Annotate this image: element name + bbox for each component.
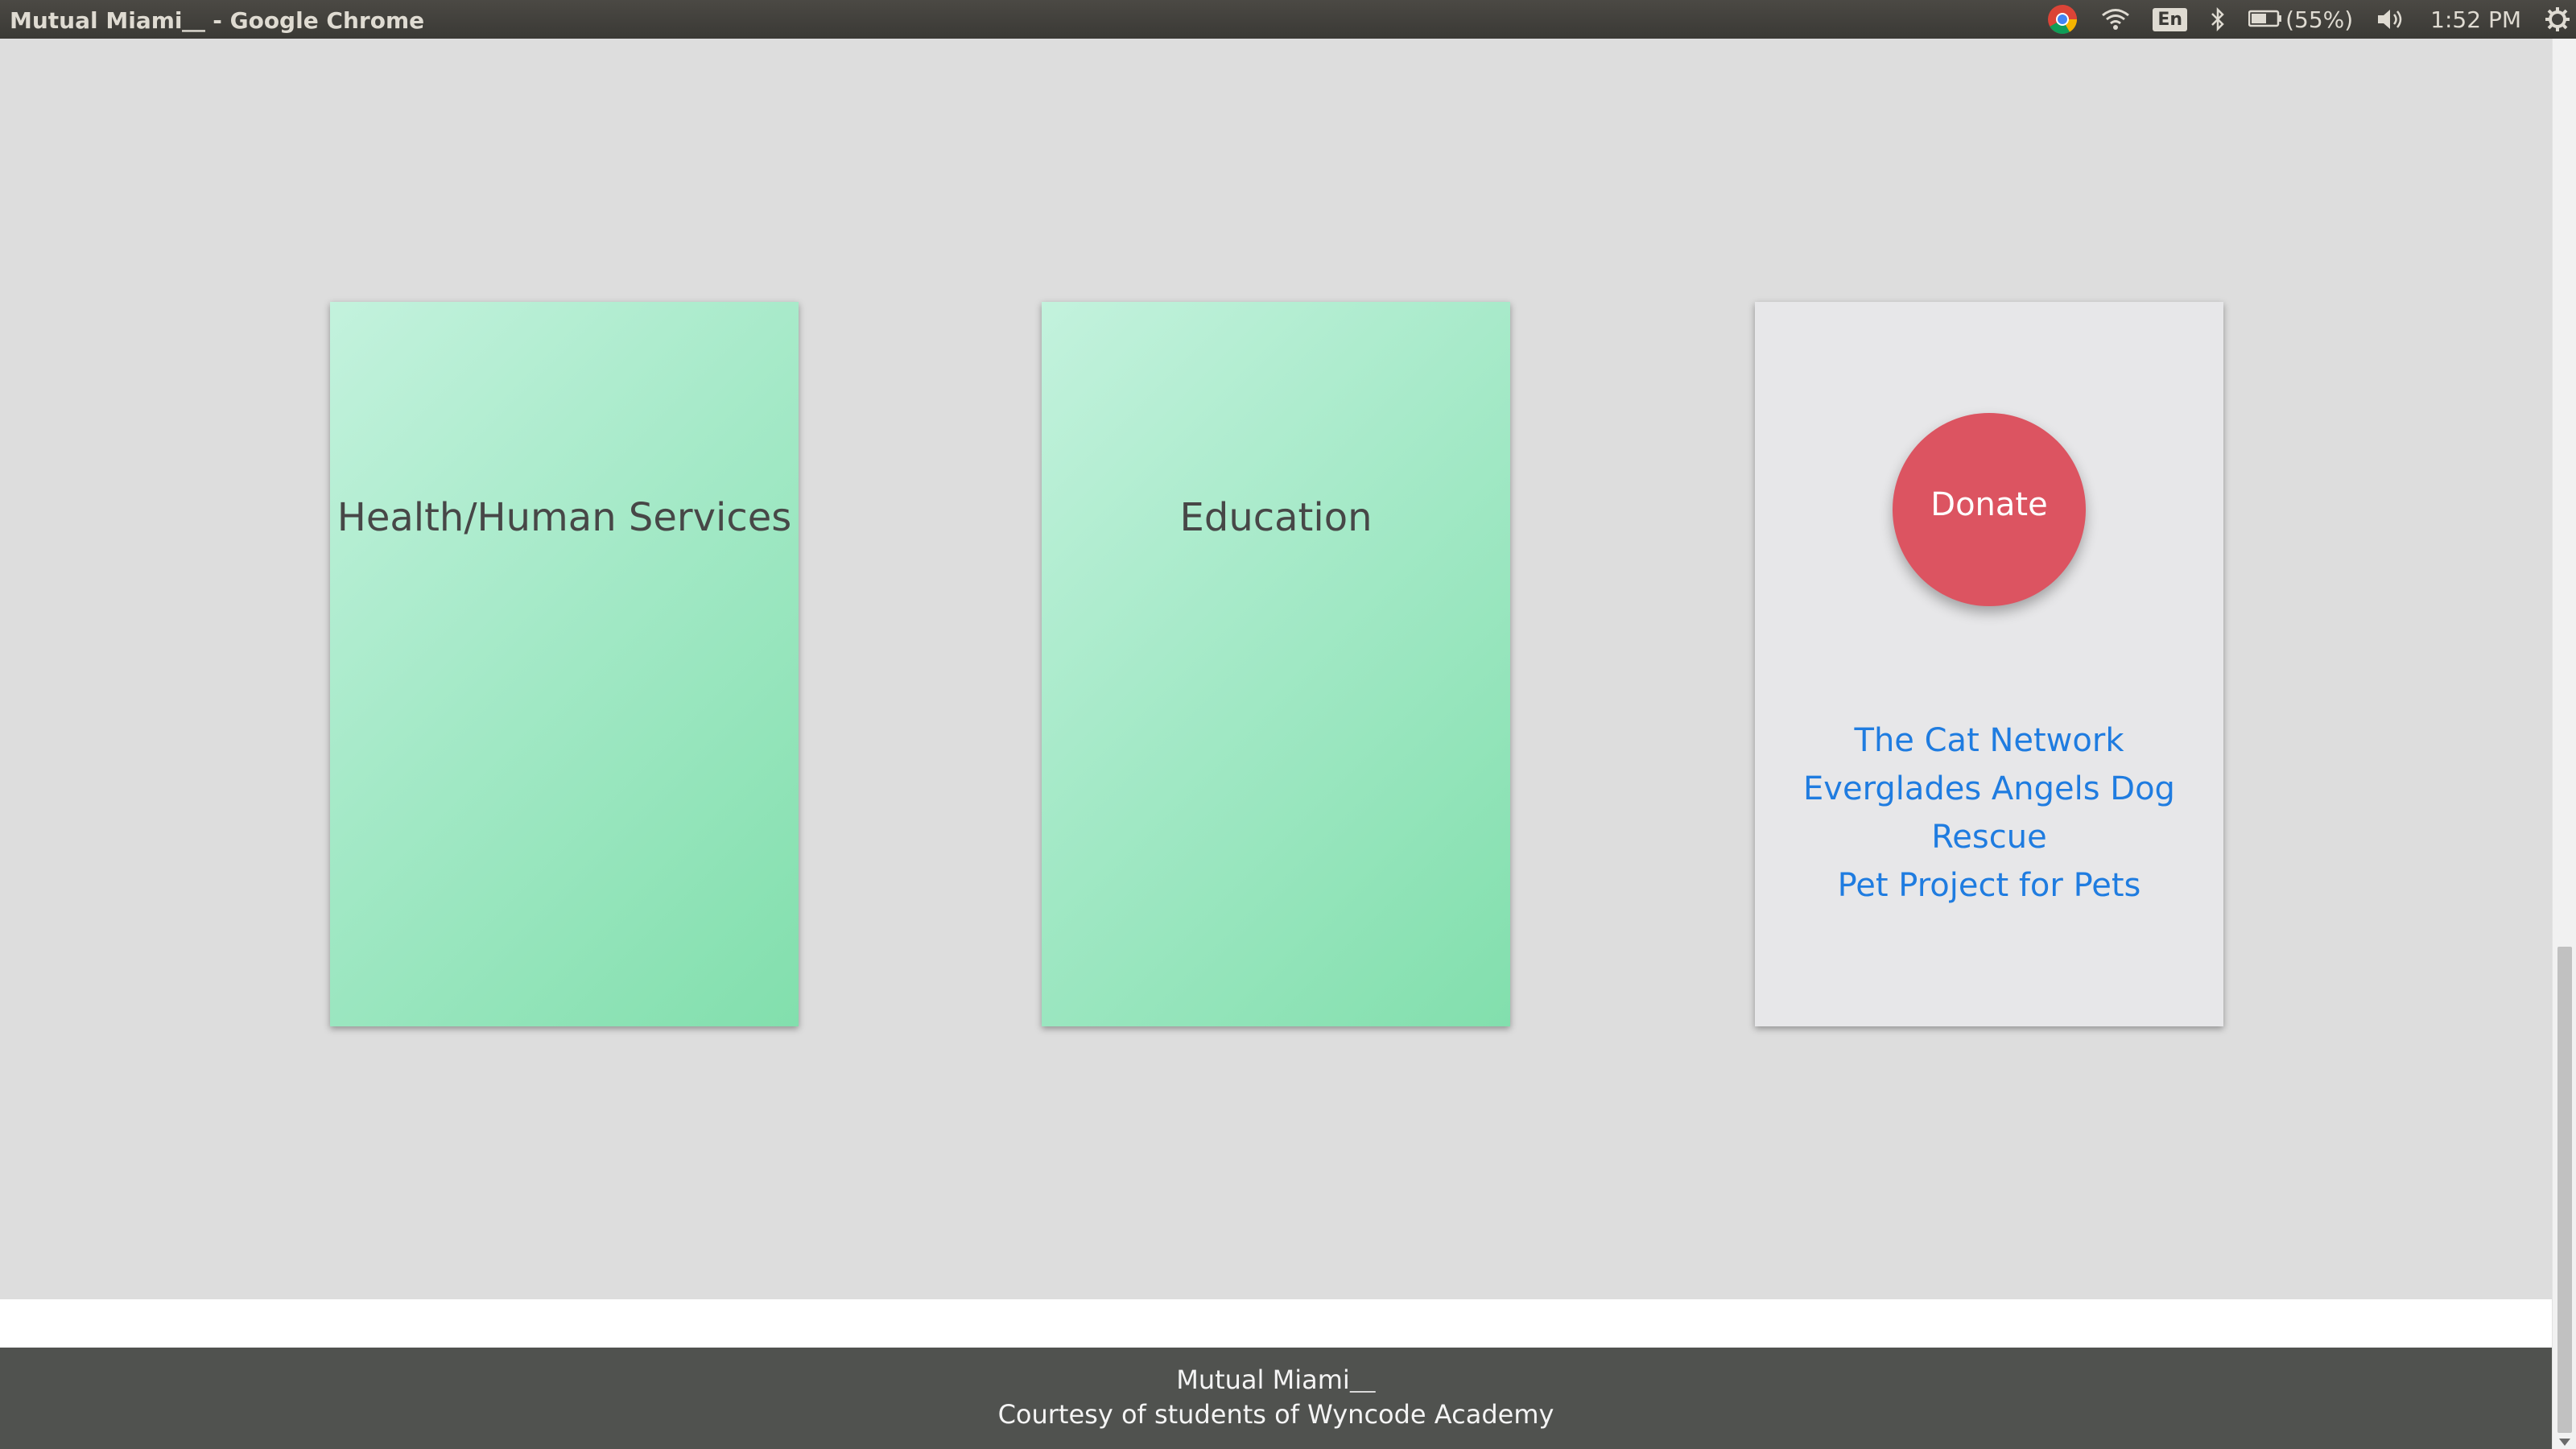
link-everglades-angels-dog-rescue[interactable]: Everglades Angels Dog Rescue bbox=[1787, 765, 2191, 861]
keyboard-layout-indicator[interactable]: En bbox=[2153, 7, 2188, 31]
section-divider bbox=[0, 1299, 2552, 1348]
charity-links: The Cat Network Everglades Angels Dog Re… bbox=[1787, 716, 2191, 910]
scroll-down-arrow-icon[interactable] bbox=[2559, 1439, 2570, 1446]
category-card-education[interactable]: Education bbox=[1042, 302, 1510, 1026]
battery-status[interactable]: (55%) bbox=[2248, 6, 2353, 33]
footer-credits: Courtesy of students of Wyncode Academy bbox=[997, 1399, 1554, 1430]
wifi-icon[interactable] bbox=[2101, 7, 2130, 31]
window-title: Mutual Miami⸏ - Google Chrome bbox=[10, 7, 425, 34]
settings-gear-icon[interactable] bbox=[2544, 6, 2571, 33]
page-content: Health/Human Services Education Donate T… bbox=[0, 39, 2552, 1449]
clock[interactable]: 1:52 PM bbox=[2430, 6, 2521, 33]
battery-percentage: (55%) bbox=[2285, 6, 2354, 33]
vertical-scrollbar[interactable] bbox=[2552, 39, 2576, 1449]
system-tray: En (55%) 1:52 PM bbox=[2024, 0, 2576, 39]
card-title-education: Education bbox=[1179, 495, 1373, 540]
link-the-cat-network[interactable]: The Cat Network bbox=[1787, 716, 2191, 765]
footer: Mutual Miami⸏ Courtesy of students of Wy… bbox=[0, 1348, 2552, 1449]
donate-card: Donate The Cat Network Everglades Angels… bbox=[1755, 302, 2223, 1026]
donate-button[interactable]: Donate bbox=[1893, 413, 2086, 606]
bluetooth-icon[interactable] bbox=[2210, 7, 2226, 31]
volume-icon[interactable] bbox=[2376, 7, 2408, 31]
link-pet-project-for-pets[interactable]: Pet Project for Pets bbox=[1787, 861, 2191, 910]
card-title-health: Health/Human Services bbox=[336, 495, 792, 540]
scrollbar-thumb[interactable] bbox=[2557, 947, 2572, 1433]
chrome-icon[interactable] bbox=[2046, 3, 2079, 35]
os-top-panel: Mutual Miami⸏ - Google Chrome En (55%) 1… bbox=[0, 0, 2576, 39]
footer-site-name: Mutual Miami⸏ bbox=[1176, 1364, 1376, 1395]
battery-icon bbox=[2248, 6, 2282, 33]
category-card-health[interactable]: Health/Human Services bbox=[330, 302, 799, 1026]
